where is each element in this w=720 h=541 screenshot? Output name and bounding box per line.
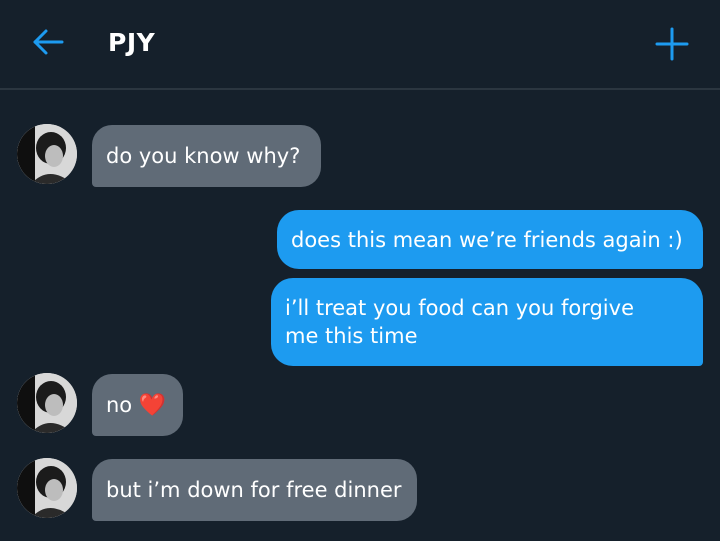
message-bubble-incoming[interactable]: no ❤️: [92, 374, 183, 436]
arrow-left-icon: [33, 29, 64, 55]
message-text-line: i’ll treat you food can you forgive: [285, 296, 634, 320]
plus-icon: [655, 27, 689, 61]
avatar-photo: [17, 373, 77, 433]
message-text: do you know why?: [106, 144, 301, 168]
avatar-photo: [17, 458, 77, 518]
conversation-header: PJY: [0, 0, 720, 90]
avatar[interactable]: [17, 373, 77, 433]
back-button[interactable]: [30, 26, 66, 58]
message-text: no: [106, 393, 133, 417]
avatar-photo: [17, 124, 77, 184]
message-bubble-incoming[interactable]: do you know why?: [92, 125, 321, 187]
message-text-line: me this time: [285, 324, 418, 348]
message-bubble-outgoing[interactable]: does this mean we’re friends again :): [277, 210, 703, 269]
avatar[interactable]: [17, 124, 77, 184]
conversation-title: PJY: [108, 28, 156, 57]
avatar[interactable]: [17, 458, 77, 518]
message-text: does this mean we’re friends again :): [291, 228, 683, 252]
message-bubble-outgoing[interactable]: i’ll treat you food can you forgive me t…: [271, 278, 703, 366]
message-bubble-incoming[interactable]: but i’m down for free dinner: [92, 459, 417, 521]
add-button[interactable]: [654, 26, 690, 62]
heart-emoji: ❤️: [138, 393, 167, 418]
message-text: but i’m down for free dinner: [106, 478, 402, 502]
